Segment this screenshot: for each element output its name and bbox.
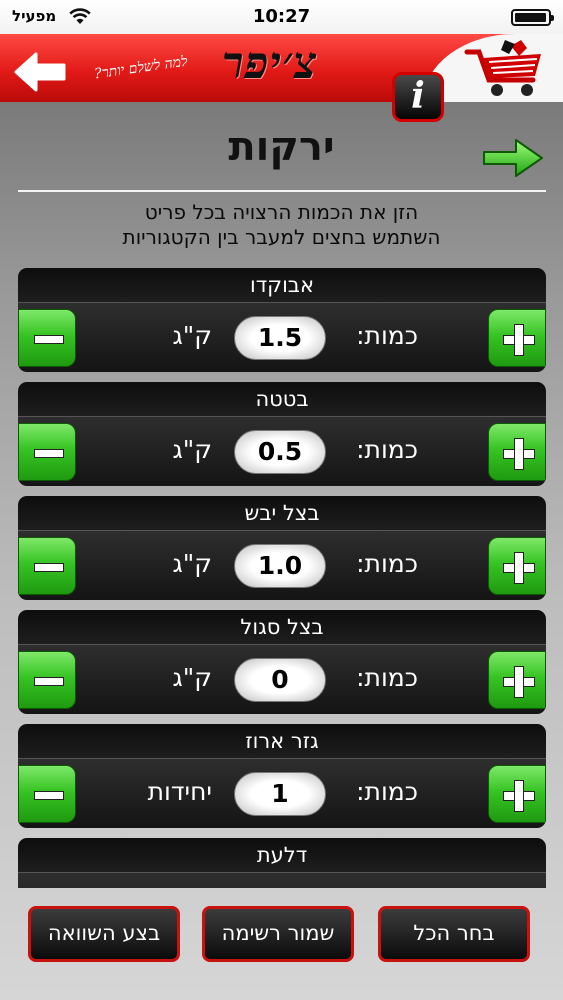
item-card: גזר ארוז כמות: 1 יחידות bbox=[18, 724, 546, 828]
item-name: בצל יבש bbox=[18, 496, 546, 530]
status-bar: מפעיל 10:27 bbox=[0, 0, 563, 34]
decrease-quantity-button[interactable] bbox=[18, 309, 76, 367]
quantity-label: כמות: bbox=[356, 435, 418, 464]
brand-logo: צ׳יפר bbox=[222, 38, 318, 89]
shopping-cart-logo bbox=[464, 40, 541, 96]
item-list[interactable]: אבוקדו כמות: 1.5 ק"ג בטטה כמות: 0.5 ק"ג … bbox=[0, 268, 563, 888]
item-name: גזר ארוז bbox=[18, 724, 546, 758]
title-divider bbox=[18, 190, 546, 192]
instructions: הזן את הכמות הרצויה בכל פריט השתמש בחצים… bbox=[0, 200, 563, 250]
item-name: בטטה bbox=[18, 382, 546, 416]
unit-label: ק"ג bbox=[172, 321, 212, 350]
quantity-row: כמות: 0.5 ק"ג bbox=[18, 416, 546, 486]
increase-quantity-button[interactable] bbox=[488, 537, 546, 595]
battery-icon bbox=[511, 9, 554, 26]
decrease-quantity-button[interactable] bbox=[18, 765, 76, 823]
item-name: בצל סגול bbox=[18, 610, 546, 644]
increase-quantity-button[interactable] bbox=[488, 309, 546, 367]
unit-label: ק"ג bbox=[172, 549, 212, 578]
page-title: ירקות bbox=[228, 124, 335, 170]
item-card: בטטה כמות: 0.5 ק"ג bbox=[18, 382, 546, 486]
item-card: בצל סגול כמות: 0 ק"ג bbox=[18, 610, 546, 714]
item-card: בצל יבש כמות: 1.0 ק"ג bbox=[18, 496, 546, 600]
increase-quantity-button[interactable] bbox=[488, 651, 546, 709]
decrease-quantity-button[interactable] bbox=[18, 423, 76, 481]
quantity-label: כמות: bbox=[356, 663, 418, 692]
quantity-row: כמות: 0 ק"ג bbox=[18, 644, 546, 714]
quantity-label: כמות: bbox=[356, 777, 418, 806]
decrease-quantity-button[interactable] bbox=[18, 537, 76, 595]
select-all-button[interactable]: בחר הכל bbox=[378, 906, 530, 962]
forward-arrow-icon[interactable] bbox=[480, 134, 546, 182]
quantity-field[interactable]: 0 bbox=[234, 658, 326, 702]
unit-label: ק"ג bbox=[172, 435, 212, 464]
unit-label: יחידות bbox=[147, 777, 212, 806]
quantity-row: כמות: 1.5 ק"ג bbox=[18, 302, 546, 372]
decrease-quantity-button[interactable] bbox=[18, 651, 76, 709]
item-name: דלעת bbox=[18, 838, 546, 872]
quantity-row: כמות: 1 יחידות bbox=[18, 758, 546, 828]
item-card: דלעת bbox=[18, 838, 546, 888]
info-button[interactable]: i bbox=[392, 72, 444, 122]
back-arrow-icon[interactable] bbox=[12, 50, 68, 94]
item-name: אבוקדו bbox=[18, 268, 546, 302]
quantity-field[interactable]: 1.5 bbox=[234, 316, 326, 360]
quantity-field[interactable]: 1 bbox=[234, 772, 326, 816]
quantity-field[interactable]: 0.5 bbox=[234, 430, 326, 474]
app-header: למה לשלם יותר? צ׳יפר bbox=[0, 34, 563, 102]
quantity-field[interactable]: 1.0 bbox=[234, 544, 326, 588]
increase-quantity-button[interactable] bbox=[488, 423, 546, 481]
save-list-button[interactable]: שמור רשימה bbox=[202, 906, 354, 962]
quantity-row: כמות: 1.0 ק"ג bbox=[18, 530, 546, 600]
instructions-line-2: השתמש בחצים למעבר בין הקטגוריות bbox=[122, 225, 441, 249]
compare-button[interactable]: בצע השוואה bbox=[28, 906, 180, 962]
quantity-row bbox=[18, 872, 546, 888]
status-time: 10:27 bbox=[252, 6, 311, 27]
unit-label: ק"ג bbox=[172, 663, 212, 692]
increase-quantity-button[interactable] bbox=[488, 765, 546, 823]
quantity-label: כמות: bbox=[356, 321, 418, 350]
item-card: אבוקדו כמות: 1.5 ק"ג bbox=[18, 268, 546, 372]
instructions-line-1: הזן את הכמות הרצויה בכל פריט bbox=[144, 200, 419, 224]
quantity-label: כמות: bbox=[356, 549, 418, 578]
tagline: למה לשלם יותר? bbox=[93, 53, 189, 83]
